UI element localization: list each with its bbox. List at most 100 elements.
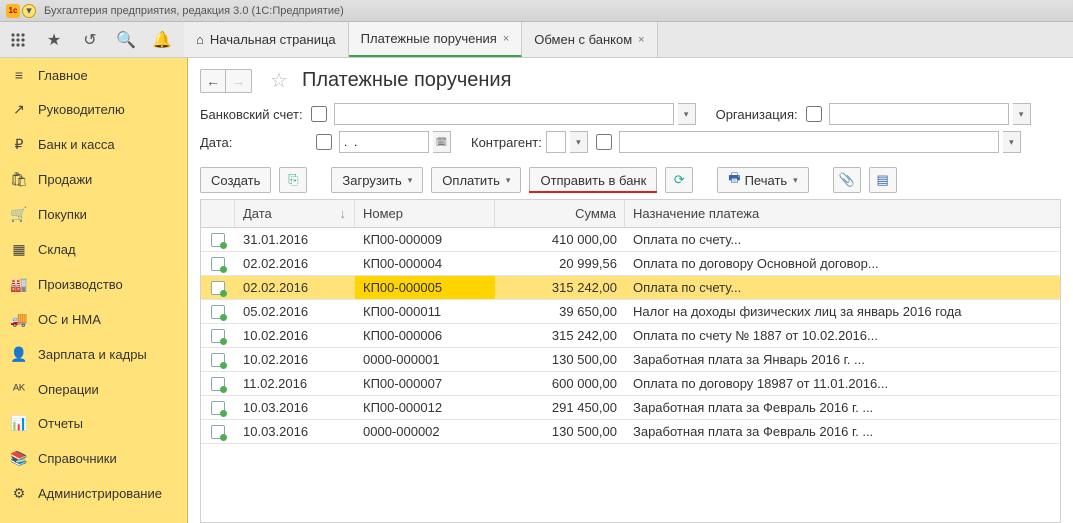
tab-label: Платежные поручения: [361, 31, 497, 46]
action-bar: Создать ⎘ Загрузить▾ Оплатить▾ Отправить…: [200, 167, 1061, 193]
cell-desc: Оплата по счету № 1887 от 10.02.2016...: [625, 324, 1060, 347]
counterparty-checkbox[interactable]: [596, 134, 612, 150]
sidebar-item-icon: 🚚: [10, 311, 28, 328]
date-picker-icon[interactable]: 🗓: [433, 131, 451, 153]
date-input[interactable]: [339, 131, 429, 153]
table-row[interactable]: 11.02.2016КП00-000007600 000,00Оплата по…: [201, 372, 1060, 396]
sidebar-item[interactable]: 📊Отчеты: [0, 406, 187, 441]
send-to-bank-button[interactable]: Отправить в банк: [529, 167, 657, 193]
print-button[interactable]: 🖶Печать▾: [717, 167, 808, 193]
document-icon: [211, 233, 225, 247]
tab[interactable]: ⌂Начальная страница: [184, 22, 349, 57]
org-dropdown[interactable]: ▾: [1013, 103, 1031, 125]
date-checkbox[interactable]: [316, 134, 332, 150]
sidebar-item[interactable]: 🏭Производство: [0, 267, 187, 302]
attach-button[interactable]: 📎: [833, 167, 861, 193]
col-sum-header[interactable]: Сумма: [495, 200, 625, 227]
document-icon: [211, 281, 225, 295]
document-icon: [211, 329, 225, 343]
sidebar-item[interactable]: 👤Зарплата и кадры: [0, 337, 187, 372]
sidebar-item-icon: 🛍: [10, 171, 28, 188]
sidebar-item[interactable]: 🚚 ОС и НМА: [0, 302, 187, 337]
sidebar-item-icon: 📚: [10, 450, 28, 467]
tab[interactable]: Обмен с банком×: [522, 22, 657, 57]
home-icon: ⌂: [196, 32, 204, 47]
counterparty-code-input[interactable]: [546, 131, 566, 153]
cell-number: КП00-000011: [355, 300, 495, 323]
cell-date: 10.02.2016: [235, 324, 355, 347]
counterparty-input[interactable]: [619, 131, 999, 153]
cell-sum: 315 242,00: [495, 324, 625, 347]
cell-desc: Оплата по счету...: [625, 276, 1060, 299]
sidebar-item-icon: ⚙: [10, 485, 28, 502]
history-icon[interactable]: ↺: [72, 22, 108, 57]
table-row[interactable]: 31.01.2016КП00-000009410 000,00Оплата по…: [201, 228, 1060, 252]
sidebar-item[interactable]: 📚Справочники: [0, 441, 187, 476]
sidebar-item-label: ОС и НМА: [38, 312, 101, 327]
col-number-header[interactable]: Номер: [355, 200, 495, 227]
sidebar-item[interactable]: 🛒Покупки: [0, 197, 187, 232]
apps-icon[interactable]: [0, 22, 36, 57]
counterparty-code-dd[interactable]: ▾: [570, 131, 588, 153]
app-dropdown-icon[interactable]: ▾: [22, 4, 36, 18]
table-row[interactable]: 10.03.2016КП00-000012291 450,00Заработна…: [201, 396, 1060, 420]
table-row[interactable]: 05.02.2016КП00-00001139 650,00Налог на д…: [201, 300, 1060, 324]
pay-button[interactable]: Оплатить▾: [431, 167, 521, 193]
favorite-star-icon[interactable]: ☆: [270, 68, 288, 93]
refresh-button[interactable]: ⟳: [665, 167, 693, 193]
layout-button[interactable]: ▤: [869, 167, 897, 193]
sidebar-item-icon: ₽: [10, 136, 28, 153]
table-row[interactable]: 02.02.2016КП00-00000420 999,56Оплата по …: [201, 252, 1060, 276]
nav-forward-button[interactable]: →: [226, 69, 252, 93]
tab[interactable]: Платежные поручения ×: [349, 22, 523, 57]
table-row[interactable]: 10.02.20160000-000001130 500,00Заработна…: [201, 348, 1060, 372]
sidebar-item[interactable]: 🛍 Продажи: [0, 162, 187, 197]
sidebar-item-label: Отчеты: [38, 416, 83, 431]
org-checkbox[interactable]: [806, 106, 822, 122]
counterparty-dropdown[interactable]: ▾: [1003, 131, 1021, 153]
bank-account-dropdown[interactable]: ▾: [678, 103, 696, 125]
sidebar-item[interactable]: ≡Главное: [0, 58, 187, 92]
sidebar-item-icon: ↗: [10, 101, 28, 118]
cell-sum: 600 000,00: [495, 372, 625, 395]
app-logo-icon: 1c: [6, 4, 20, 18]
close-icon[interactable]: ×: [638, 34, 644, 46]
sidebar-item-icon: 👤: [10, 346, 28, 363]
page-header: ← → ☆ Платежные поручения: [200, 68, 1061, 93]
cell-date: 10.03.2016: [235, 396, 355, 419]
table-row[interactable]: 02.02.2016КП00-000005315 242,00Оплата по…: [201, 276, 1060, 300]
counterparty-label: Контрагент:: [471, 135, 542, 150]
bank-account-input[interactable]: [334, 103, 674, 125]
sidebar-item-label: Склад: [38, 242, 76, 257]
sidebar-item[interactable]: ₽Банк и касса: [0, 127, 187, 162]
notifications-icon[interactable]: 🔔: [144, 22, 180, 57]
sidebar-item[interactable]: ⚙Администрирование: [0, 476, 187, 511]
table-row[interactable]: 10.02.2016КП00-000006315 242,00Оплата по…: [201, 324, 1060, 348]
table-body: 31.01.2016КП00-000009410 000,00Оплата по…: [201, 228, 1060, 444]
sidebar-item[interactable]: ᴬᴷОперации: [0, 372, 187, 406]
sidebar-item[interactable]: ▦Склад: [0, 232, 187, 267]
main-panel: ← → ☆ Платежные поручения Банковский сче…: [188, 58, 1073, 523]
filter-row-1: Банковский счет: ▾ Организация: ▾: [200, 103, 1061, 125]
search-icon[interactable]: 🔍: [108, 22, 144, 57]
col-date-header[interactable]: Дата↓: [235, 200, 355, 227]
table-row[interactable]: 10.03.20160000-000002130 500,00Заработна…: [201, 420, 1060, 444]
create-button[interactable]: Создать: [200, 167, 271, 193]
page-title: Платежные поручения: [302, 69, 511, 92]
sidebar-item-label: Продажи: [38, 172, 92, 187]
col-desc-header[interactable]: Назначение платежа: [625, 200, 1060, 227]
sidebar-item-icon: 🛒: [10, 206, 28, 223]
copy-button[interactable]: ⎘: [279, 167, 307, 193]
load-button[interactable]: Загрузить▾: [331, 167, 423, 193]
sidebar-item[interactable]: ↗Руководителю: [0, 92, 187, 127]
cell-number: 0000-000001: [355, 348, 495, 371]
close-icon[interactable]: ×: [503, 33, 509, 45]
favorite-icon[interactable]: ★: [36, 22, 72, 57]
cell-date: 10.03.2016: [235, 420, 355, 443]
org-input[interactable]: [829, 103, 1009, 125]
org-label: Организация:: [716, 107, 798, 122]
bank-account-checkbox[interactable]: [311, 106, 327, 122]
document-icon: [211, 377, 225, 391]
cell-sum: 291 450,00: [495, 396, 625, 419]
nav-back-button[interactable]: ←: [200, 69, 226, 93]
